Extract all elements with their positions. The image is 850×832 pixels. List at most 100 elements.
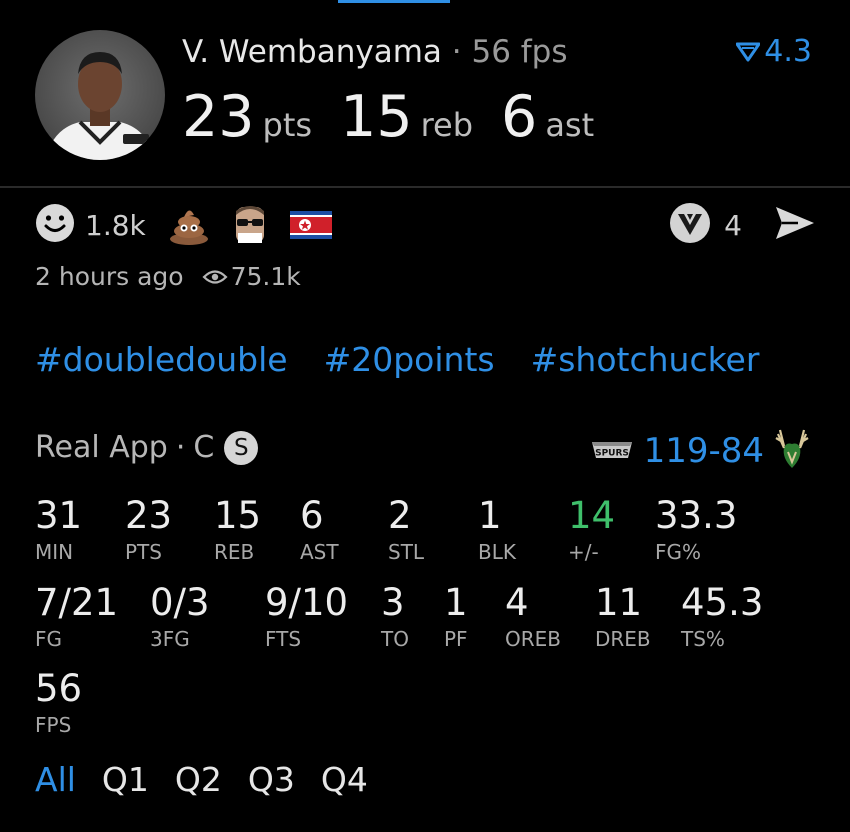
view-count: 75.1k: [202, 262, 301, 291]
stat-label: FTS: [265, 627, 302, 651]
player-fps: 56 fps: [471, 34, 568, 70]
stat-fg-pct: 33.3 FG%: [655, 494, 737, 564]
stat-min: 31 MIN: [35, 494, 82, 564]
sunglasses-face-icon[interactable]: [232, 205, 268, 245]
bucks-logo-icon: [774, 428, 810, 474]
stat-value: 9/10: [265, 581, 349, 624]
stat-value: 45.3: [681, 581, 764, 624]
stat-label: STL: [388, 540, 425, 564]
stat-label: DREB: [595, 627, 651, 651]
stat-fps: 56 FPS: [35, 667, 82, 737]
stat-value: 56: [35, 667, 83, 710]
stat-label: FG: [35, 627, 63, 651]
stat-fg: 7/21 FG: [35, 581, 118, 651]
svg-text:SPURS: SPURS: [595, 449, 629, 459]
smile-reaction-count: 1.8k: [85, 208, 146, 242]
stat-value: 2: [388, 494, 412, 537]
rating-value: 4.3: [764, 34, 812, 69]
stat-label: TS%: [681, 627, 725, 651]
headline-points: 23: [182, 84, 255, 150]
game-score[interactable]: SPURS 119-84: [590, 428, 810, 474]
hashtag-list: #doubledouble #20points #shotchucker: [35, 340, 759, 379]
stat-oreb: 4 OREB: [505, 581, 561, 651]
headline-assists-unit: ast: [545, 106, 595, 144]
share-area: 4: [668, 203, 816, 247]
stat-3fg: 0/3 3FG: [150, 581, 210, 651]
triangle-badge-icon[interactable]: [668, 201, 712, 249]
stat-ast: 6 AST: [300, 494, 339, 564]
stat-label: FG%: [655, 540, 702, 564]
title-separator: ·: [451, 34, 462, 70]
stat-to: 3 TO: [381, 581, 409, 651]
header-divider: [0, 186, 850, 188]
spurs-logo-icon: SPURS: [590, 436, 634, 466]
stat-value: 3: [381, 581, 405, 624]
hashtag-link[interactable]: #shotchucker: [531, 340, 760, 379]
stat-value: 6: [300, 494, 324, 537]
stat-label: PF: [444, 627, 468, 651]
headline-points-unit: pts: [262, 106, 313, 144]
tab-q2[interactable]: Q2: [175, 760, 222, 799]
hashtag-link[interactable]: #20points: [324, 340, 495, 379]
stat-value: 0/3: [150, 581, 210, 624]
final-score: 119-84: [643, 431, 764, 471]
headline-rebounds: 15: [340, 84, 413, 150]
s-badge-icon[interactable]: S: [224, 430, 259, 465]
stat-value: 1: [444, 581, 468, 624]
headline-assists: 6: [501, 84, 538, 150]
stat-value: 11: [595, 581, 643, 624]
stat-fts: 9/10 FTS: [265, 581, 348, 651]
stat-value: 7/21: [35, 581, 119, 624]
tab-q3[interactable]: Q3: [248, 760, 295, 799]
tab-all[interactable]: All: [35, 760, 76, 799]
stat-label: MIN: [35, 540, 74, 564]
source-name: Real App: [35, 430, 168, 465]
stat-value: 23: [125, 494, 173, 537]
stat-pf: 1 PF: [444, 581, 468, 651]
stat-blk: 1 BLK: [478, 494, 516, 564]
stat-label: PTS: [125, 540, 162, 564]
stat-value: 33.3: [655, 494, 738, 537]
player-title[interactable]: V. Wembanyama · 56 fps: [182, 34, 568, 70]
player-avatar[interactable]: [35, 30, 165, 160]
post-meta: 2 hours ago 75.1k: [35, 262, 301, 291]
stat-label: 3FG: [150, 627, 190, 651]
source-separator: ·: [175, 430, 186, 465]
hashtag-link[interactable]: #doubledouble: [35, 340, 288, 379]
stat-pts: 23 PTS: [125, 494, 172, 564]
stat-label: OREB: [505, 627, 561, 651]
rating-badge[interactable]: 4.3: [736, 34, 812, 69]
stat-stl: 2 STL: [388, 494, 424, 564]
send-icon[interactable]: [774, 205, 816, 245]
stat-label: REB: [214, 540, 255, 564]
flag-icon[interactable]: [289, 211, 332, 239]
headline-stats: 23 pts 15 reb 6 ast: [182, 84, 622, 150]
share-count: 4: [724, 208, 742, 242]
headline-rebounds-unit: reb: [420, 106, 474, 144]
tab-q1[interactable]: Q1: [102, 760, 149, 799]
poop-emoji-icon[interactable]: [168, 205, 210, 245]
tab-q4[interactable]: Q4: [321, 760, 368, 799]
player-name: V. Wembanyama: [182, 34, 442, 70]
stat-value: 15: [214, 494, 262, 537]
stat-label: +/-: [568, 540, 599, 564]
reaction-bar: 1.8k: [35, 203, 354, 247]
post-time: 2 hours ago: [35, 262, 184, 291]
stat-dreb: 11 DREB: [595, 581, 651, 651]
stat-label: TO: [381, 627, 409, 651]
eye-icon: [202, 269, 228, 284]
smile-reaction-icon[interactable]: [35, 203, 75, 247]
stat-label: BLK: [478, 540, 516, 564]
stat-value: 31: [35, 494, 83, 537]
view-count-value: 75.1k: [230, 262, 301, 291]
stat-source: Real App · C S: [35, 430, 259, 465]
stat-plus-minus: 14 +/-: [568, 494, 615, 564]
stat-label: AST: [300, 540, 339, 564]
player-position: C: [193, 430, 215, 465]
stat-label: FPS: [35, 713, 72, 737]
stat-value: 1: [478, 494, 502, 537]
stat-value: 4: [505, 581, 529, 624]
rating-arrow-icon: [736, 42, 761, 61]
active-tab-indicator: [338, 0, 450, 3]
stat-value: 14: [568, 494, 616, 537]
